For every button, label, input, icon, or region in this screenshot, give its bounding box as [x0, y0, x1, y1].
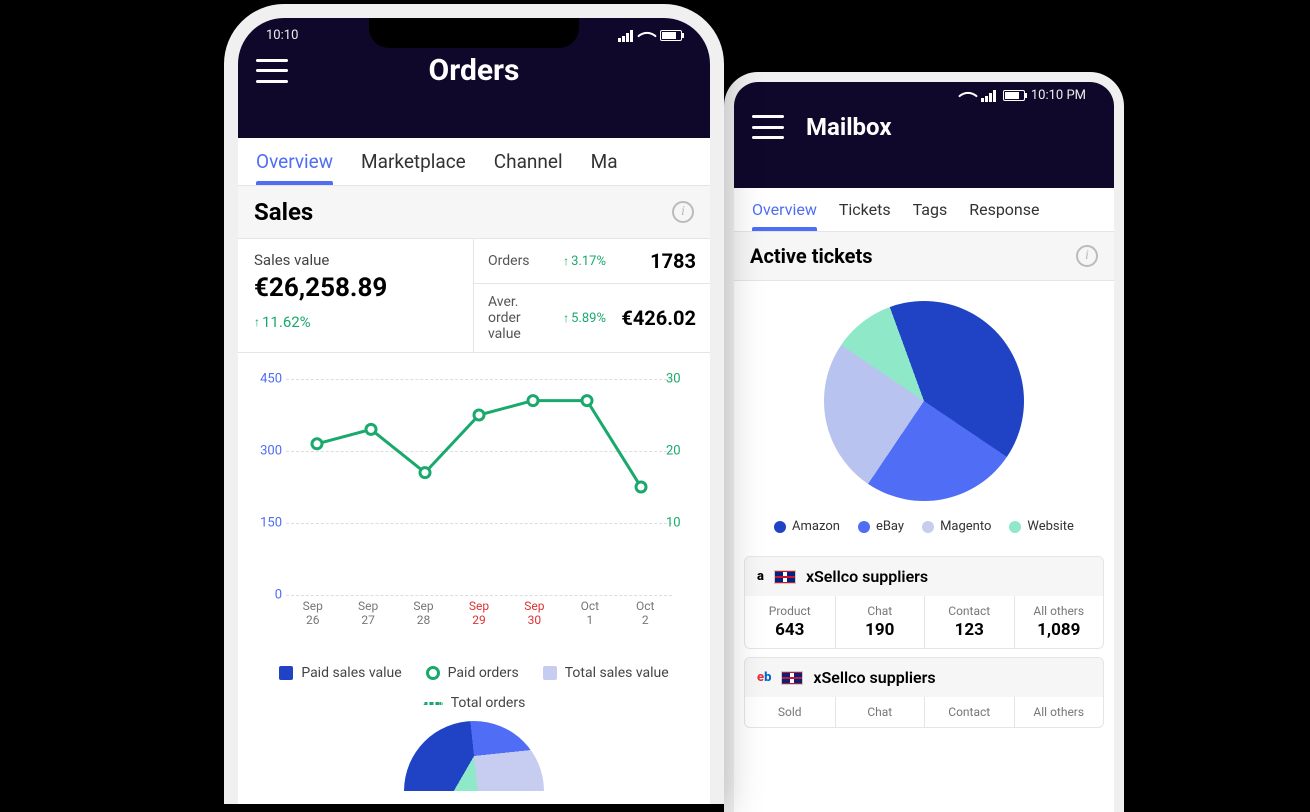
signal-icon: [618, 30, 634, 42]
uk-flag-icon: [781, 671, 803, 685]
next-chart-teaser: [404, 721, 544, 791]
ebay-logo-icon: eb: [757, 670, 771, 685]
orders-tabs: Overview Marketplace Channel Ma: [238, 138, 710, 186]
kpi-value: 1783: [616, 249, 696, 273]
metric-chat: Chat190: [835, 596, 925, 648]
legend-magento: Magento: [922, 519, 991, 534]
uk-flag-icon: [774, 570, 796, 584]
legend-total-orders: Total orders: [423, 695, 526, 711]
metric-product: Product643: [745, 596, 835, 648]
tab-marketplace[interactable]: Marketplace: [361, 150, 466, 185]
kpi-orders: Orders 3.17% 1783: [474, 239, 710, 283]
kpi-delta: 3.17%: [563, 254, 606, 269]
mailbox-tabs: Overview Tickets Tags Response: [734, 188, 1114, 232]
kpi-value: €26,258.89: [254, 273, 457, 303]
sales-chart: 0150300450102030Sep 26Sep 27Sep 28Sep 29…: [238, 353, 710, 797]
kpi-aov: Aver. order value 5.89% €426.02: [474, 283, 710, 352]
legend-paid-orders: Paid orders: [426, 665, 519, 681]
card-metrics: Product643 Chat190 Contact123 All others…: [745, 596, 1103, 648]
tab-tickets[interactable]: Tickets: [839, 200, 891, 231]
signal-icon: [981, 90, 997, 102]
notch: [369, 18, 579, 48]
chart-legend: Paid sales value Paid orders Total sales…: [248, 617, 700, 721]
metric-others: All others1,089: [1014, 596, 1104, 648]
metric-contact: Contact123: [924, 596, 1014, 648]
tab-overview[interactable]: Overview: [752, 200, 817, 231]
card-header: a xSellco suppliers: [745, 557, 1103, 596]
card-header: eb xSellco suppliers: [745, 658, 1103, 697]
battery-icon: [1003, 90, 1025, 101]
info-icon[interactable]: i: [672, 201, 694, 223]
card-title: xSellco suppliers: [813, 668, 935, 687]
info-icon[interactable]: i: [1076, 245, 1098, 267]
wifi-icon: [958, 86, 978, 106]
status-time: 10:10 PM: [1031, 88, 1086, 103]
supplier-card-ebay[interactable]: eb xSellco suppliers Sold Chat Contact A…: [744, 657, 1104, 728]
metric-contact: Contact: [924, 697, 1014, 727]
status-bar: 10:10 PM: [734, 82, 1114, 103]
page-title: Orders: [300, 53, 648, 88]
kpi-sales-value: Sales value €26,258.89 11.62%: [238, 239, 474, 352]
pie-legend: Amazon eBay Magento Website: [734, 511, 1114, 548]
orders-phone: 10:10 Orders Overview Marketplace Channe…: [224, 4, 724, 804]
battery-icon: [660, 30, 682, 41]
menu-icon[interactable]: [752, 115, 784, 139]
wifi-icon: [637, 26, 657, 46]
tab-tags[interactable]: Tags: [913, 200, 948, 231]
kpi-label: Sales value: [254, 251, 457, 269]
card-title: xSellco suppliers: [806, 567, 928, 586]
menu-icon[interactable]: [256, 59, 288, 83]
legend-ebay: eBay: [858, 519, 904, 534]
card-metrics: Sold Chat Contact All others: [745, 697, 1103, 727]
legend-website: Website: [1009, 519, 1074, 534]
kpi-grid: Sales value €26,258.89 11.62% Orders 3.1…: [238, 239, 710, 353]
sales-section-header: Sales i: [238, 186, 710, 239]
active-tickets-header: Active tickets i: [734, 232, 1114, 281]
kpi-delta: 11.62%: [254, 313, 457, 331]
kpi-delta: 5.89%: [563, 311, 606, 326]
page-title: Mailbox: [796, 113, 1096, 141]
tab-more[interactable]: Ma: [591, 150, 618, 185]
tickets-pie-chart: [734, 281, 1114, 511]
metric-others: All others: [1014, 697, 1104, 727]
amazon-logo-icon: a: [757, 569, 764, 584]
tab-overview[interactable]: Overview: [256, 150, 333, 185]
metric-sold: Sold: [745, 697, 835, 727]
app-header: 10:10 PM Mailbox: [734, 82, 1114, 188]
section-title: Sales: [254, 198, 313, 226]
supplier-card-amazon[interactable]: a xSellco suppliers Product643 Chat190 C…: [744, 556, 1104, 649]
metric-chat: Chat: [835, 697, 925, 727]
status-time: 10:10: [266, 28, 298, 43]
section-title: Active tickets: [750, 244, 873, 268]
mailbox-phone: 10:10 PM Mailbox Overview Tickets Tags R…: [724, 72, 1124, 812]
legend-amazon: Amazon: [774, 519, 840, 534]
tab-response[interactable]: Response: [969, 200, 1039, 231]
legend-paid-sales: Paid sales value: [279, 665, 401, 681]
kpi-value: €426.02: [616, 306, 696, 330]
legend-total-sales: Total sales value: [543, 665, 669, 681]
kpi-label: Orders: [488, 253, 553, 269]
tab-channel[interactable]: Channel: [494, 150, 563, 185]
kpi-label: Aver. order value: [488, 294, 553, 342]
